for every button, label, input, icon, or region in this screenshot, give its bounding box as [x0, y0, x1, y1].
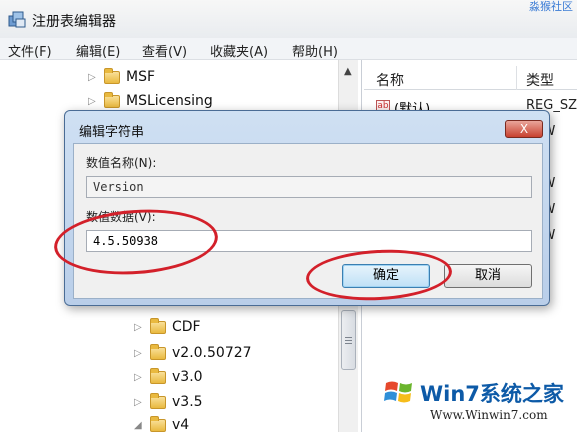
menu-favorites[interactable]: 收藏夹(A): [210, 41, 268, 60]
grip-line: [345, 340, 352, 341]
tree-node-label: MSLicensing: [126, 93, 213, 109]
close-button[interactable]: X: [505, 120, 543, 138]
folder-icon: [104, 67, 120, 84]
folder-icon: [150, 317, 166, 334]
scroll-thumb[interactable]: [341, 310, 356, 370]
folder-icon: [150, 415, 166, 432]
menu-help[interactable]: 帮助(H): [292, 41, 338, 60]
expand-icon[interactable]: ▷: [134, 322, 146, 333]
tree-node-v2[interactable]: ▷ v2.0.50727: [134, 342, 252, 364]
tree-node-label: v3.0: [172, 369, 203, 385]
folder-icon: [150, 392, 166, 409]
expand-icon[interactable]: ▷: [134, 372, 146, 383]
column-divider[interactable]: [516, 66, 517, 90]
value-name-label: 数值名称(N):: [86, 156, 157, 170]
watermark-top: 淼猴社区: [529, 0, 573, 13]
scroll-up-icon[interactable]: ▲: [344, 66, 352, 77]
tree-node-v35[interactable]: ▷ v3.5: [134, 391, 203, 413]
collapse-icon[interactable]: ◢: [134, 420, 146, 431]
tree-node-v4[interactable]: ◢ v4: [134, 414, 189, 432]
tree-node-label: v3.5: [172, 394, 203, 410]
windows-logo-icon: [384, 381, 412, 403]
menu-bar: 文件(F) 编辑(E) 查看(V) 收藏夹(A) 帮助(H): [0, 38, 577, 60]
tree-node-v3[interactable]: ▷ v3.0: [134, 366, 203, 388]
watermark-url: Www.Winwin7.com: [430, 408, 548, 422]
tree-node-label: MSF: [126, 69, 156, 85]
tree-node-label: v4: [172, 417, 190, 432]
expand-icon[interactable]: ▷: [88, 72, 100, 83]
dialog-title: 编辑字符串: [79, 125, 145, 140]
tree-node-label: CDF: [172, 319, 201, 335]
column-type[interactable]: 类型: [526, 70, 554, 90]
tree-node-cdf[interactable]: ▷ CDF: [134, 316, 201, 338]
value-name-field[interactable]: Version: [86, 176, 532, 198]
menu-edit[interactable]: 编辑(E): [76, 41, 120, 60]
expand-icon[interactable]: ▷: [88, 96, 100, 107]
folder-icon: [104, 91, 120, 108]
grip-line: [345, 343, 352, 344]
menu-view[interactable]: 查看(V): [142, 41, 187, 60]
menu-file[interactable]: 文件(F): [8, 41, 52, 60]
window-title: 注册表编辑器: [32, 14, 116, 30]
watermark-brand: Win7系统之家: [420, 382, 564, 406]
grip-line: [345, 337, 352, 338]
window-titlebar: 注册表编辑器 淼猴社区: [0, 0, 577, 38]
regedit-icon: [8, 11, 26, 28]
expand-icon[interactable]: ▷: [134, 397, 146, 408]
tree-node-mslicensing[interactable]: ▷ MSLicensing: [88, 90, 213, 112]
folder-icon: [150, 367, 166, 384]
list-header: 名称 类型: [364, 66, 577, 90]
expand-icon[interactable]: ▷: [134, 348, 146, 359]
folder-icon: [150, 343, 166, 360]
tree-node-msf[interactable]: ▷ MSF: [88, 66, 155, 88]
tree-node-label: v2.0.50727: [172, 345, 252, 361]
column-name[interactable]: 名称: [376, 70, 404, 90]
cancel-button[interactable]: 取消: [444, 264, 532, 288]
